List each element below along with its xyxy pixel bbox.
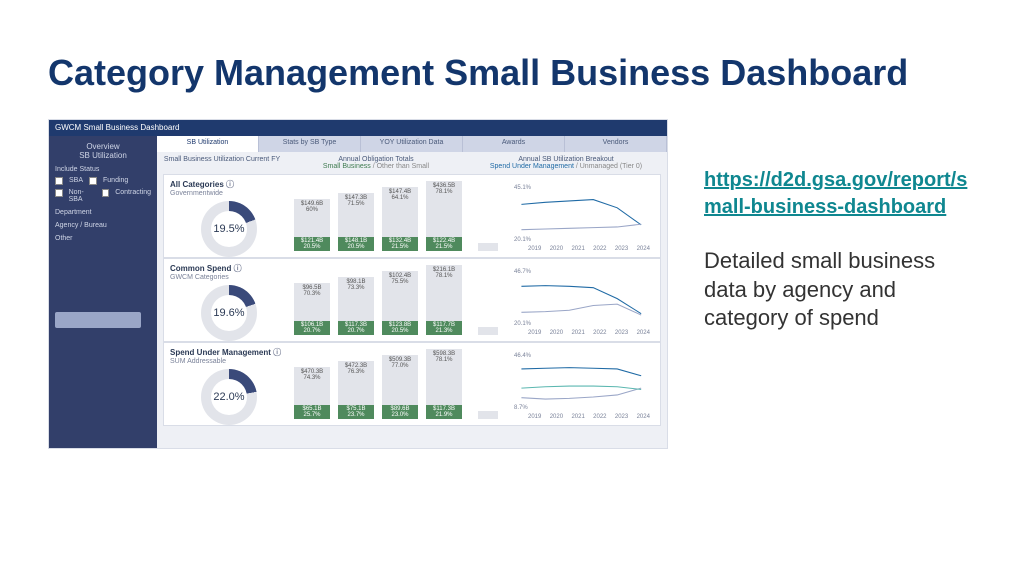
row-subtitle: GWCM Categories — [170, 274, 288, 281]
stacked-bar: $147.4B64.1% $132.4B21.5% — [382, 187, 418, 251]
line-chart: 46.4% 8.7%201920202021202220232024 — [512, 347, 654, 421]
stacked-bar: $149.6B60% $121.4B20.5% — [294, 199, 330, 251]
checkbox-contracting[interactable] — [102, 189, 110, 197]
checkbox-label: Non-SBA — [69, 189, 96, 203]
stacked-bar: $470.3B74.3% $65.1B25.7% — [294, 367, 330, 419]
col2-ot: / Other than Small — [371, 163, 429, 170]
section-header-row: Small Business Utilization Current FY An… — [163, 156, 661, 170]
bar-group: $96.5B70.3% $106.1B20.7% $98.1B73.3% $11… — [288, 263, 512, 337]
checkbox-nonsba[interactable] — [55, 189, 63, 197]
description: Detailed small business data by agency a… — [704, 247, 976, 333]
tab-bar: SB Utilization Stats by SB Type YOY Util… — [157, 136, 667, 152]
other-label: Other — [55, 235, 151, 242]
col3-un: / Unmanaged (Tier 0) — [574, 163, 642, 170]
col2-sb: Small Business — [323, 163, 371, 170]
checkbox-label: Funding — [103, 177, 128, 185]
tab-vendors[interactable]: Vendors — [565, 136, 667, 152]
dashboard-link[interactable]: https://d2d.gsa.gov/report/small-busines… — [704, 169, 967, 218]
donut-chart — [201, 201, 257, 257]
col2-title: Annual Obligation Totals — [281, 156, 471, 163]
left-panel: Overview SB Utilization Include Status S… — [49, 136, 157, 448]
y-axis-hi: 46.7% — [514, 269, 531, 275]
x-axis-labels: 201920202021202220232024 — [528, 330, 650, 336]
include-status-label: Include Status — [55, 166, 151, 173]
side-column: https://d2d.gsa.gov/report/small-busines… — [704, 119, 976, 449]
col3-title: Annual SB Utilization Breakout — [471, 156, 661, 163]
stacked-bar: $436.5B78.1% $122.4B21.5% — [426, 181, 462, 251]
bar-group: $149.6B60% $121.4B20.5% $147.3B71.5% $14… — [288, 179, 512, 253]
overview-line1: Overview — [55, 142, 151, 151]
tab-stats-by-sb-type[interactable]: Stats by SB Type — [259, 136, 361, 152]
bar-group: $470.3B74.3% $65.1B25.7% $472.3B76.3% $7… — [288, 347, 512, 421]
y-axis-lo: 8.7% — [514, 405, 528, 411]
page-title: Category Management Small Business Dashb… — [48, 50, 976, 95]
stacked-bar — [470, 243, 506, 251]
stacked-bar: $102.4B75.5% $123.8B20.5% — [382, 271, 418, 335]
checkbox-sba[interactable] — [55, 177, 63, 185]
y-axis-lo: 20.1% — [514, 321, 531, 327]
tab-sb-utilization[interactable]: SB Utilization — [157, 136, 259, 152]
stacked-bar: $98.1B73.3% $117.3B20.7% — [338, 277, 374, 335]
agency-label: Agency / Bureau — [55, 222, 151, 229]
submit-feedback-button[interactable] — [55, 312, 141, 328]
x-axis-labels: 201920202021202220232024 — [528, 246, 650, 252]
dashboard-header: GWCM Small Business Dashboard — [49, 120, 667, 136]
checkbox-label: Contracting — [115, 189, 151, 203]
col3-header: Annual SB Utilization Breakout Spend Und… — [471, 156, 661, 170]
dashboard-row: Spend Under Management ⓘ SUM Addressable… — [163, 342, 661, 426]
y-axis-lo: 20.1% — [514, 237, 531, 243]
row-category: All Categories ⓘ — [170, 179, 288, 190]
tab-awards[interactable]: Awards — [463, 136, 565, 152]
row-subtitle: SUM Addressable — [170, 358, 288, 365]
col2-header: Annual Obligation Totals Small Business … — [281, 156, 471, 170]
stacked-bar: $598.3B78.1% $117.3B21.9% — [426, 349, 462, 419]
col1-header: Small Business Utilization Current FY — [163, 156, 281, 170]
row-subtitle: Governmentwide — [170, 190, 288, 197]
dashboard-main: Small Business Utilization Current FY An… — [157, 152, 667, 448]
stacked-bar: $509.3B77.0% $89.6B23.0% — [382, 355, 418, 419]
stacked-bar: $216.1B78.1% $117.7B21.3% — [426, 265, 462, 335]
department-label: Department — [55, 209, 151, 216]
line-chart: 46.7% 20.1% 201920202021202220232024 — [512, 263, 654, 337]
stacked-bar: $96.5B70.3% $106.1B20.7% — [294, 283, 330, 335]
checkbox-label: SBA — [69, 177, 83, 185]
stacked-bar — [470, 327, 506, 335]
dashboard-row: Common Spend ⓘ GWCM Categories $96.5B70.… — [163, 258, 661, 342]
row-category: Common Spend ⓘ — [170, 263, 288, 274]
line-chart: 45.1% 20.1% 201920202021202220232024 — [512, 179, 654, 253]
row-category: Spend Under Management ⓘ — [170, 347, 288, 358]
y-axis-hi: 46.4% — [514, 353, 531, 359]
col3-sp: Spend Under Management — [490, 163, 574, 170]
tab-yoy-utilization[interactable]: YOY Utilization Data — [361, 136, 463, 152]
dashboard-screenshot: GWCM Small Business Dashboard Overview S… — [48, 119, 668, 449]
dashboard-row: All Categories ⓘ Governmentwide $149.6B6… — [163, 174, 661, 258]
overview-label: Overview SB Utilization — [55, 142, 151, 160]
donut-chart — [201, 369, 257, 425]
donut-chart — [201, 285, 257, 341]
stacked-bar: $472.3B76.3% $75.1B23.7% — [338, 361, 374, 419]
overview-line2: SB Utilization — [55, 151, 151, 160]
x-axis-labels: 201920202021202220232024 — [528, 414, 650, 420]
stacked-bar: $147.3B71.5% $148.1B20.5% — [338, 193, 374, 251]
checkbox-funding[interactable] — [89, 177, 97, 185]
y-axis-hi: 45.1% — [514, 185, 531, 191]
stacked-bar — [470, 411, 506, 419]
